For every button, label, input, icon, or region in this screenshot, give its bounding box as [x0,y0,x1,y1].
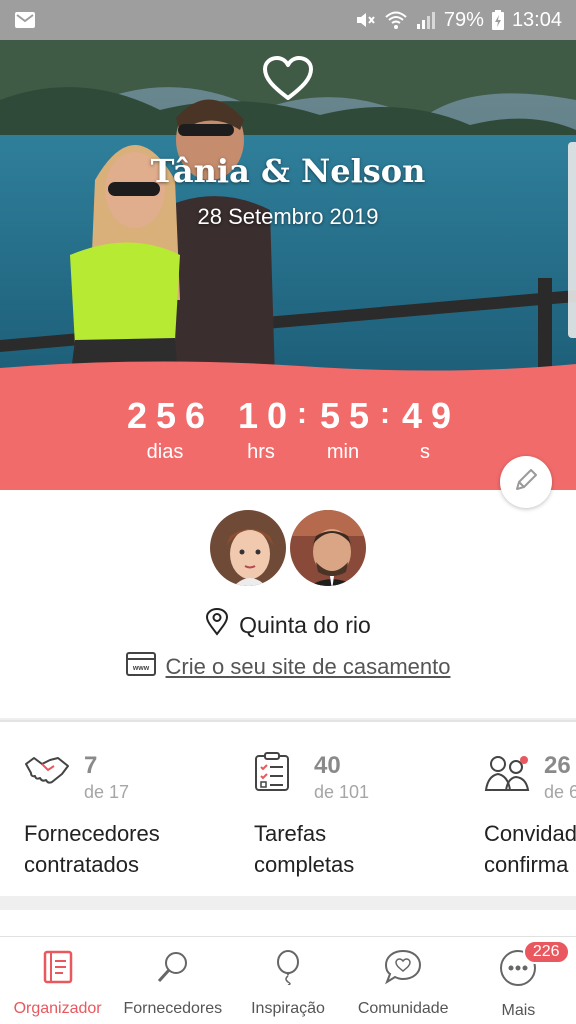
nav-mais-label: Mais [501,1002,536,1019]
mute-icon [354,10,376,30]
nav-comunidade[interactable]: Comunidade [346,937,461,1024]
guests-icon [484,752,530,797]
progress-stats: 7 de 17 Fornecedores contratados 40 de 1… [0,720,576,896]
svg-text:www: www [131,665,149,672]
wifi-icon [384,10,408,30]
website-icon: www [125,652,156,682]
nav-fornecedores-label: Fornecedores [123,1000,223,1017]
guests-total: de 6 [544,782,576,802]
status-bar: 79% 13:04 [0,0,576,40]
guests-count: 26 [544,752,571,779]
tasks-total: de 101 [314,782,370,802]
map-pin-icon [205,607,229,642]
create-website-link[interactable]: www Crie o seu site de casamento [0,652,576,682]
magnifier-icon [155,949,191,990]
nav-comunidade-label: Comunidade [357,1000,449,1017]
pencil-icon [512,466,540,499]
countdown-minutes: 55 [320,395,379,436]
battery-percent: 79% [443,8,484,31]
countdown-days-label: dias [146,441,184,463]
handshake-icon [24,752,70,793]
side-scroll-handle[interactable] [568,142,576,338]
nav-inspiracao[interactable]: Inspiração [230,937,345,1024]
countdown-seconds-label: s [420,441,430,463]
edit-wedding-button[interactable] [500,456,552,508]
wedding-info-card: Quinta do rio www Crie o seu site de cas… [0,490,576,718]
countdown-hours: 10 [238,395,297,436]
countdown-band: 256 10 : 55 : 49 dias hrs min s [0,360,576,490]
signal-icon [416,11,436,29]
countdown-colon: : [380,397,390,430]
countdown-colon: : [297,397,307,430]
nav-fornecedores[interactable]: Fornecedores [115,937,230,1024]
notebook-icon [40,949,76,990]
tasks-label: Tarefas completas [254,821,355,877]
nav-mais[interactable]: 226 Mais [461,937,576,1024]
notification-badge: 226 [522,940,570,964]
venue-name: Quinta do rio [239,611,371,638]
countdown-days: 256 [127,395,215,436]
create-website-text: Crie o seu site de casamento [165,654,451,679]
stat-guests[interactable]: 26 de 6 Convidad confirma [484,722,576,896]
status-time: 13:04 [511,8,562,31]
vendors-count: 7 [84,752,98,779]
couple-hero: Tânia & Nelson 28 Setembro 2019 [0,40,576,380]
app-screen: 79% 13:04 Tânia & Nelson 28 Setembro 201… [0,0,576,1024]
balloon-icon [270,949,306,990]
groom-avatar[interactable] [288,508,368,588]
nav-organizador-label: Organizador [13,1000,102,1017]
gmail-icon [14,11,36,29]
tasks-count: 40 [314,752,341,779]
venue-location[interactable]: Quinta do rio [0,607,576,642]
stat-tasks[interactable]: 40 de 101 Tarefas completas [254,722,494,896]
bride-avatar[interactable] [208,508,288,588]
countdown-minutes-label: min [326,441,360,463]
checklist-icon [254,752,290,797]
countdown-seconds: 49 [402,395,461,436]
bottom-navigation: Organizador Fornecedores Inspiração Comu… [0,936,576,1024]
heart-logo-icon [262,56,314,107]
vendors-total: de 17 [84,782,130,802]
countdown-hours-label: hrs [247,441,275,463]
couple-names: Tânia & Nelson [150,152,426,190]
chat-heart-icon [384,949,422,990]
vendors-label: Fornecedores contratados [24,821,160,877]
wedding-date: 28 Setembro 2019 [197,204,379,229]
guests-label: Convidad confirma [484,821,576,877]
stat-vendors[interactable]: 7 de 17 Fornecedores contratados [24,722,264,896]
nav-inspiracao-label: Inspiração [251,1000,325,1017]
battery-icon [491,10,504,30]
nav-organizador[interactable]: Organizador [0,937,115,1024]
